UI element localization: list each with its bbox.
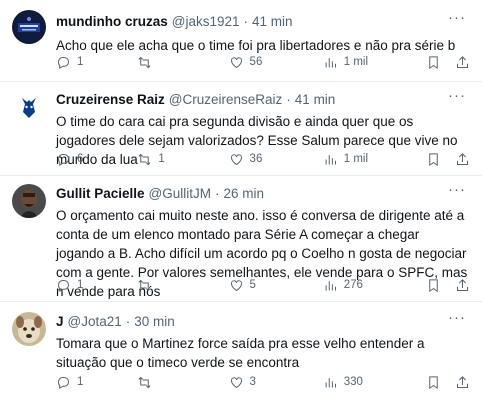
retweet-button[interactable] [137,55,228,70]
tweet[interactable]: Cruzeirense Raiz @CruzeirenseRaiz · 41 m… [0,82,482,176]
heart-icon [230,56,242,68]
like-button[interactable]: 5 [229,278,323,293]
author-name[interactable]: mundinho cruzas [56,14,168,29]
heart-icon [230,153,242,165]
retweet-button[interactable] [137,375,228,390]
view-count: 276 [343,279,363,291]
bookmark-icon[interactable] [426,375,441,390]
like-button[interactable]: 56 [229,55,323,70]
avatar[interactable] [12,184,46,218]
author-handle[interactable]: @CruzeirenseRaiz [169,92,283,107]
views-icon [325,57,336,67]
retweet-count: 1 [158,153,165,165]
retweet-icon [138,376,151,388]
tweet-text: Tomara que o Martinez force saída pra es… [56,336,425,370]
like-count: 3 [249,376,256,388]
reply-count: 1 [77,56,84,68]
heart-icon [230,279,242,291]
bookmark-icon[interactable] [426,278,441,293]
retweet-button[interactable]: 1 [137,152,228,167]
reply-button[interactable]: 1 [56,55,137,70]
more-icon[interactable]: ··· [446,10,468,30]
avatar[interactable] [12,90,46,124]
share-icon[interactable] [455,278,470,293]
retweet-button[interactable] [137,278,228,293]
timestamp[interactable]: 26 min [224,186,265,201]
retweet-icon [138,56,151,68]
views-button[interactable]: 1 mil [323,152,412,167]
more-icon[interactable]: ··· [446,182,468,202]
like-count: 5 [249,279,256,291]
views-button[interactable]: 330 [323,375,412,390]
author-name[interactable]: Gullit Pacielle [56,186,145,201]
reply-count: 6 [77,153,84,165]
reply-icon [57,279,70,292]
author-handle[interactable]: @GullitJM [149,186,211,201]
tweet[interactable]: mundinho cruzas @jaks1921 · 41 min ··· A… [0,0,482,82]
action-bar: 1 5 276 [56,276,470,294]
views-button[interactable]: 276 [323,278,412,293]
more-icon[interactable]: ··· [446,88,468,108]
share-icon[interactable] [455,55,470,70]
views-icon [325,377,336,387]
share-icon[interactable] [455,152,470,167]
view-count: 1 mil [343,153,369,165]
view-count: 330 [343,376,363,388]
like-count: 56 [249,56,263,68]
like-button[interactable]: 3 [229,375,323,390]
separator-dot: · [215,185,220,201]
reply-count: 1 [77,376,84,388]
avatar[interactable] [12,10,46,44]
reply-button[interactable]: 1 [56,278,137,293]
timestamp[interactable]: 30 min [134,314,175,329]
views-button[interactable]: 1 mil [323,55,412,70]
tweet[interactable]: Gullit Pacielle @GullitJM · 26 min ··· O… [0,176,482,302]
author-name[interactable]: Cruzeirense Raiz [56,92,165,107]
views-icon [325,280,336,290]
bookmark-icon[interactable] [426,55,441,70]
views-icon [325,154,336,164]
like-button[interactable]: 36 [229,152,323,167]
action-bar: 1 3 330 [56,373,470,391]
retweet-icon [138,279,151,291]
reply-button[interactable]: 1 [56,375,137,390]
reply-icon [57,153,70,166]
more-icon[interactable]: ··· [446,310,468,330]
like-count: 36 [249,153,263,165]
view-count: 1 mil [343,56,369,68]
reply-icon [57,56,70,69]
reply-count: 1 [77,279,84,291]
author-handle[interactable]: @jaks1921 [172,14,240,29]
author-handle[interactable]: @Jota21 [68,314,122,329]
author-name[interactable]: J [56,314,64,329]
action-bar: 1 56 1 mil [56,53,470,71]
separator-dot: · [243,13,249,29]
action-bar: 6 1 36 1 mil [56,150,470,168]
reply-button[interactable]: 6 [56,152,137,167]
tweet[interactable]: J @Jota21 · 30 min ··· Tomara que o Mart… [0,302,482,403]
bookmark-icon[interactable] [426,152,441,167]
separator-dot: · [125,313,131,329]
reply-icon [57,376,70,389]
share-icon[interactable] [455,375,470,390]
heart-icon [230,376,242,388]
retweet-icon [138,153,151,165]
avatar[interactable] [12,312,46,346]
reply-feed: mundinho cruzas @jaks1921 · 41 min ··· A… [0,0,482,403]
timestamp[interactable]: 41 min [295,92,336,107]
separator-dot: · [286,91,291,107]
timestamp[interactable]: 41 min [252,14,293,29]
